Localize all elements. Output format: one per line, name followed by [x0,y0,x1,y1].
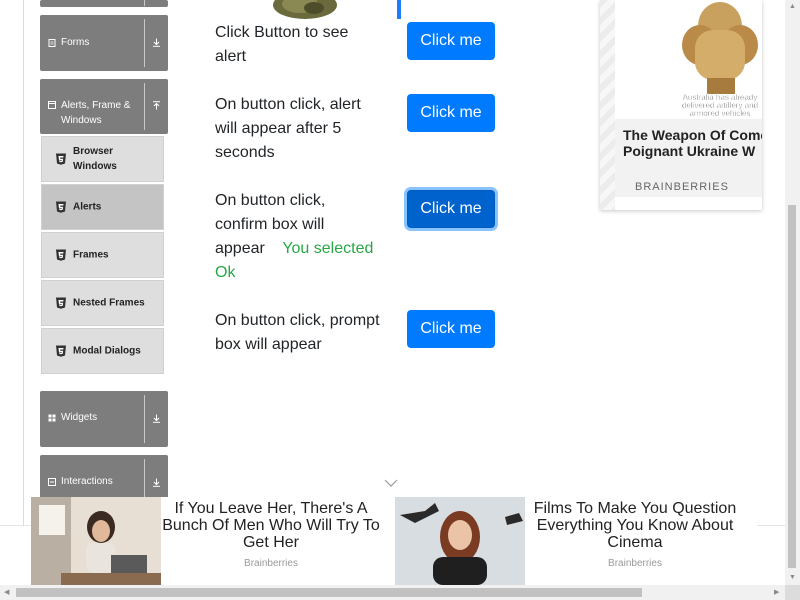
expand-arrow-icon[interactable] [152,414,161,423]
ad-caption: The Weapon Of Comedy Most Poignant Ukrai… [615,119,762,197]
prompt-row-label: On button click, prompt box will appear [215,312,380,353]
bottom-ad-1-source: Brainberries [244,558,298,569]
sidebar-item-label: Frames [73,249,109,261]
collapse-arrow-icon[interactable] [152,101,161,110]
confirm-row-label: On button click, confirm box will appear… [215,189,380,285]
prompt-button[interactable]: Click me [407,310,495,348]
html5-icon [56,345,66,357]
ad-image: Australia has already delivered artiller… [615,0,762,119]
scroll-left-arrow-icon[interactable]: ◀ [4,589,9,597]
sidebar-group-label: Forms [61,37,90,48]
image-fragment [273,0,337,19]
html5-icon [56,201,66,213]
separator [144,0,145,6]
bottom-ad-banner: If You Leave Her, There's A Bunch Of Men… [31,497,757,585]
scroll-up-arrow-icon[interactable]: ▲ [789,3,796,11]
ad-headline[interactable]: The Weapon Of Comedy Most Poignant Ukrai… [623,127,762,159]
html5-icon [56,249,66,261]
confirm-button[interactable]: Click me [407,190,495,228]
scrollbar-corner [785,585,800,600]
sidebar-group-forms[interactable]: Forms [40,15,168,71]
alert-button[interactable]: Click me [407,22,495,60]
ad-source: BRAINBERRIES [635,181,729,193]
timer-alert-button[interactable]: Click me [407,94,495,132]
expand-arrow-icon[interactable] [152,38,161,47]
sidebar-group-label: Interactions [61,476,113,487]
sidebar-item-nested-frames[interactable]: Nested Frames [41,280,164,326]
sidebar-item-label: Alerts [73,201,102,213]
sidebar-item-label: Modal Dialogs [73,345,141,357]
scroll-right-arrow-icon[interactable]: ▶ [774,589,779,597]
sidebar-group-widgets[interactable]: Widgets [40,391,168,447]
ad-decoration [600,0,615,210]
sidebar-group-label: Widgets [61,412,98,423]
bottom-ad-2-headline[interactable]: Films To Make You Question Everything Yo… [525,500,745,551]
separator [144,19,145,67]
list-icon [48,478,56,486]
window-icon [48,101,56,109]
expand-arrow-icon[interactable] [152,478,161,487]
alert-row-label: Click Button to see alert [215,24,349,65]
ad-thumbnail-woman-plane[interactable] [395,497,525,585]
separator [144,83,145,130]
sidebar-item-alerts[interactable]: Alerts [41,184,164,230]
timer-alert-row-label: On button click, alert will appear after… [215,96,361,161]
vertical-scroll-thumb[interactable] [788,205,796,568]
horizontal-scroll-thumb[interactable] [16,588,642,597]
svg-text:armored vehicles: armored vehicles [690,109,751,118]
scroll-down-arrow-icon[interactable]: ▼ [789,574,796,582]
sidebar-border [23,0,24,530]
ad-thumbnail-woman-laptop[interactable] [31,497,161,585]
html5-icon [56,297,66,309]
grid-icon [48,414,56,422]
chevron-down-icon[interactable] [384,478,398,488]
html5-icon [56,153,66,165]
separator [144,395,145,443]
side-ad-card[interactable]: Australia has already delivered artiller… [600,0,762,210]
sidebar-item-frames[interactable]: Frames [41,232,164,278]
sidebar-group-label: Alerts, Frame & Windows [61,100,131,126]
ad-headline-text: The Weapon Of Comedy Most Poignant Ukrai… [623,127,762,159]
bottom-ad-2-source: Brainberries [608,558,662,569]
document-icon [48,39,56,47]
sidebar-group-alerts-frame-windows[interactable]: Alerts, Frame & Windows [40,79,168,134]
accent-bar [397,0,401,19]
sidebar-item-label: Nested Frames [73,297,145,309]
sidebar-group-top-partial[interactable] [40,0,168,7]
sidebar-item-modal-dialogs[interactable]: Modal Dialogs [41,328,164,374]
sidebar-item-browser-windows[interactable]: Browser Windows [41,136,164,182]
sidebar-item-label: Browser Windows [73,146,117,172]
bottom-ad-1-headline[interactable]: If You Leave Her, There's A Bunch Of Men… [161,500,381,551]
